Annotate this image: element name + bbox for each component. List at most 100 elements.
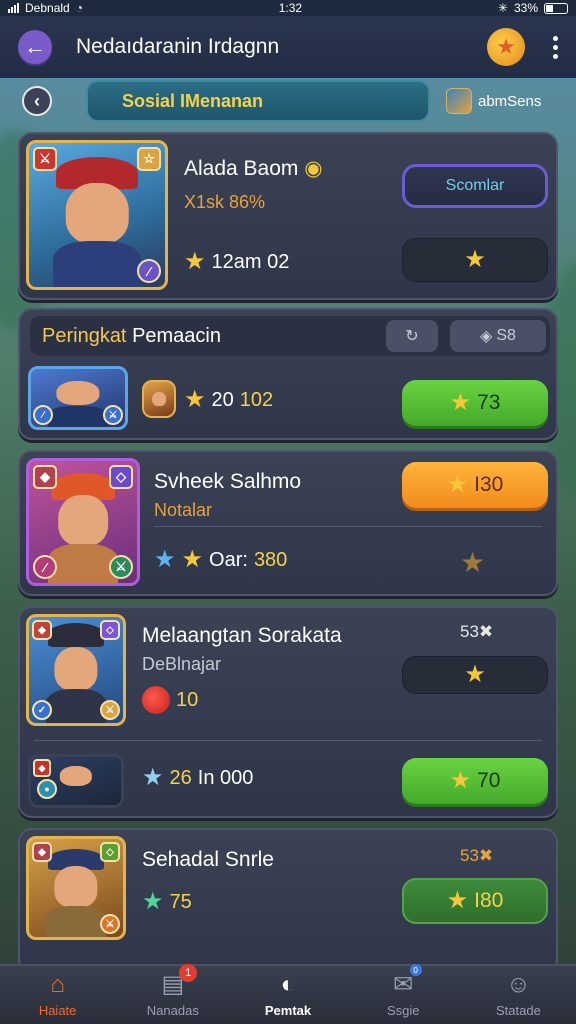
small-avatar: ◆ ● (28, 754, 124, 808)
star-icon: ★ (464, 246, 486, 273)
player-avatar: ◆ ◇ ∕ ⚔ (26, 458, 140, 586)
refresh-icon: ↻ (405, 328, 419, 345)
ranking-header: Peringkat Pemaacin ↻ ◈ S8 (30, 316, 550, 356)
star-icon: ★ (184, 248, 206, 275)
user-chip[interactable]: abmSens (446, 88, 541, 114)
back-button[interactable]: ← (18, 30, 52, 64)
crossed-swords-icon: ✖ (478, 622, 494, 641)
divider (34, 740, 542, 741)
star-icon: ★ (446, 887, 469, 914)
notification-badge: 1 (179, 964, 198, 982)
reward-button[interactable]: ★ I30 (402, 462, 548, 508)
filter-chip[interactable]: ◈ S8 (450, 320, 546, 352)
star-icon: ★ (446, 471, 469, 498)
crossed-swords-icon: ✖ (478, 846, 494, 865)
player-card: ◆ ◇ ⚔ Sehadal Snrle 53✖ ★ 75 ★ I80 (18, 828, 558, 974)
home-icon: ⌂ (50, 971, 65, 998)
face-shape (58, 495, 108, 547)
badge-icon: ◆ (33, 759, 51, 777)
player-card: ◆ ◇ ∕ ⚔ Svheek Salhmo Notalar ★ ★ Oar: 3… (18, 450, 558, 596)
nav-label: Pemtak (264, 1003, 312, 1018)
orb-icon: ● (37, 779, 57, 799)
rank-badge: 53✖ (460, 846, 494, 865)
nav-profile[interactable]: ☺ Statade (461, 966, 576, 1024)
leaf-icon: ◇ (100, 842, 120, 862)
shield-icon: ◆ (32, 842, 52, 862)
ranking-card: Peringkat Pemaacin ↻ ◈ S8 ∕ ⚔ ★ 20 102 ★ … (18, 308, 558, 440)
star-icon: ★ (449, 767, 472, 794)
body-shape (53, 240, 141, 287)
small-avatar (142, 380, 176, 418)
player-stat: ★ ★ Oar: 380 (154, 546, 288, 573)
player-name: Melaangtan Sorakata (142, 624, 342, 647)
sword-icon: ⚔ (109, 555, 133, 579)
profile-icon: ☺ (506, 971, 531, 998)
social-tab[interactable]: Sosial IMenanan (86, 80, 430, 122)
bottom-nav: ⌂ Haiate 1 ▤ Nanadas ◐ Pemtak 0 ✉ Ssgie … (0, 964, 576, 1024)
sub-header: ‹ Sosial IMenanan abmSens (0, 78, 576, 124)
shield-icon: ◆ (33, 465, 57, 489)
nav-label: Statade (496, 1003, 541, 1018)
magic-icon: ∕ (137, 259, 161, 283)
sword-icon: ⚔ (100, 700, 120, 720)
nav-explore[interactable]: ◐ Pemtak (230, 966, 345, 1024)
star-icon: ★ (449, 389, 472, 416)
battery-icon (544, 2, 568, 14)
favorite-button[interactable]: ★ (402, 656, 548, 694)
chevron-left-icon: ‹ (34, 90, 40, 111)
body-shape (45, 905, 107, 937)
favorite-star-icon[interactable]: ★ (460, 546, 485, 579)
tag-icon: ◈ (480, 328, 493, 345)
player-stat: ★ 75 (142, 888, 192, 915)
nav-chat[interactable]: 0 ✉ Ssgie (346, 964, 461, 1024)
star-icon: ★ (464, 661, 486, 688)
face-shape (59, 765, 93, 786)
battery-percent: 33% (513, 1, 538, 15)
compare-button[interactable]: Scomlar (402, 164, 548, 208)
blue-star-icon: ★ (154, 546, 176, 573)
section-title: Peringkat Pemaacin (42, 324, 221, 347)
page-title: Nedaıdaranin Irdagnn (76, 35, 280, 58)
refresh-button[interactable]: ↻ (386, 320, 438, 352)
staff-icon: ∕ (33, 555, 57, 579)
more-menu-icon[interactable] (553, 35, 558, 59)
achievement-button[interactable]: ★ (487, 28, 525, 66)
profile-card: ⚔ ☆ ∕ Alada Baom ◉ X1sk 86% ★ 12am 02 Sc… (18, 132, 558, 300)
claim-button[interactable]: ★ 73 (402, 380, 548, 426)
favorite-button[interactable]: ★ (402, 238, 548, 282)
notification-badge: 0 (409, 964, 422, 976)
nav-home[interactable]: ⌂ Haiate (0, 966, 115, 1024)
face-shape (56, 380, 100, 405)
player-subtitle: Notalar (154, 500, 213, 520)
player-stat-secondary: ★ 26 In 000 (142, 764, 254, 791)
nav-label: Haiate (38, 1003, 77, 1018)
claim-button[interactable]: ★ 70 (402, 758, 548, 804)
gem-icon: ◇ (100, 620, 120, 640)
status-bar: Debnald ◔ 1:32 ✳ 33% (0, 0, 576, 16)
body-shape (45, 689, 107, 723)
rank-icon: ☆ (137, 147, 161, 171)
nav-missions[interactable]: 1 ▤ Nanadas (115, 964, 230, 1024)
star-icon: ★ (184, 386, 206, 413)
face-shape (152, 391, 166, 406)
sub-back-button[interactable]: ‹ (22, 86, 52, 116)
player-avatar: ◆ ◇ ✓ ⚔ (26, 614, 126, 726)
check-icon: ✓ (32, 700, 52, 720)
face-shape (54, 646, 98, 692)
staff-icon: ∕ (33, 405, 53, 425)
signal-icon (8, 3, 19, 13)
chat-icon: ✉ (393, 971, 414, 998)
clock: 1:32 (278, 1, 303, 15)
bluetooth-icon: ✳ (497, 1, 508, 15)
player-stat: 10 (142, 686, 198, 714)
ranking-stat: ★ 20 102 (184, 386, 274, 413)
star-icon: ★ (181, 546, 204, 573)
carrier-label: Debnald (25, 1, 70, 15)
hero-name: Alada Baom ◉ (184, 157, 323, 180)
wifi-icon: ◔ (75, 1, 83, 15)
player-card: ◆ ◇ ✓ ⚔ Melaangtan Sorakata DeBlnajar 53… (18, 606, 558, 818)
face-shape (65, 183, 129, 244)
hat-shape (47, 623, 105, 647)
face-shape (54, 866, 98, 908)
claim-button[interactable]: ★ I80 (402, 878, 548, 924)
